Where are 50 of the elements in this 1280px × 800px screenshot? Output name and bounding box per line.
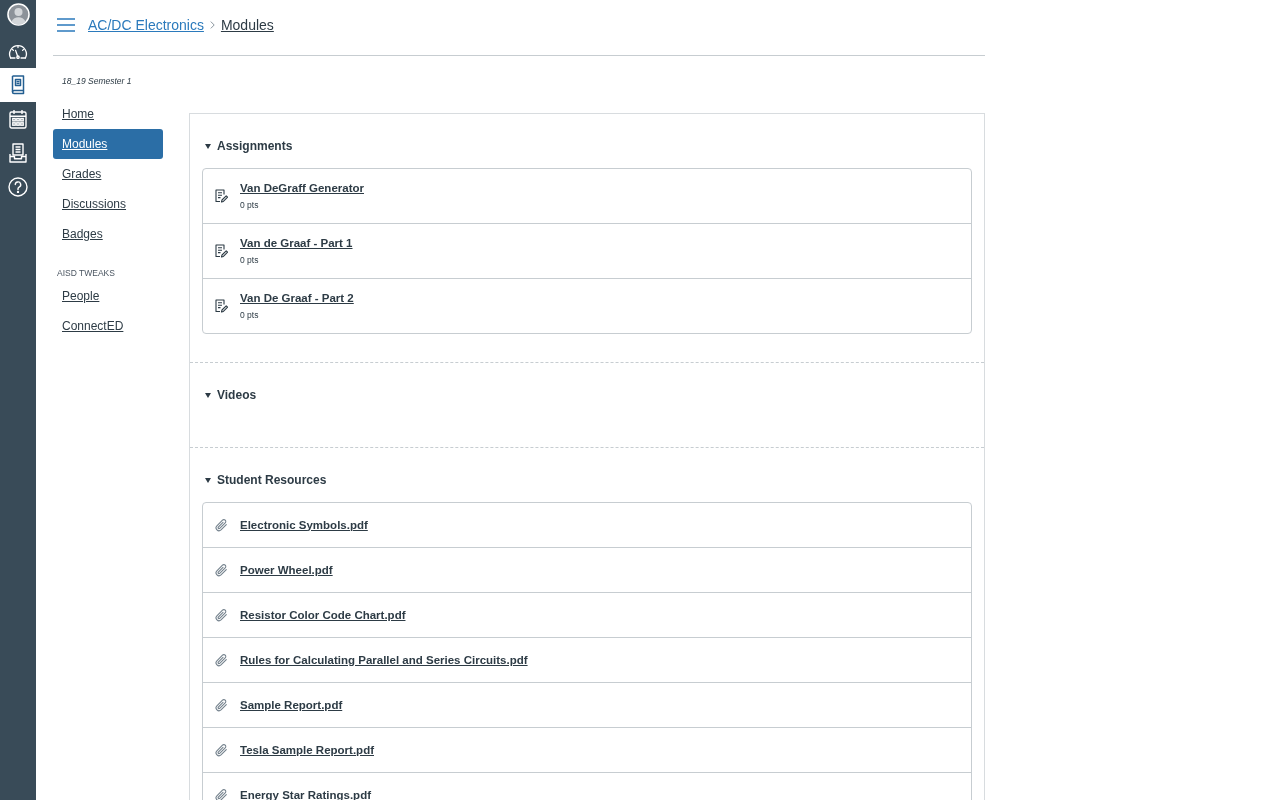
paperclip-icon — [215, 788, 228, 800]
menu-button[interactable] — [57, 18, 75, 32]
menu-icon — [57, 18, 75, 32]
course-nav-link[interactable]: Badges — [53, 219, 163, 249]
module-title: Student Resources — [217, 473, 327, 487]
help-icon — [8, 177, 28, 197]
points-label: 0 pts — [240, 309, 260, 321]
paperclip-icon — [215, 608, 228, 622]
nav-section-heading: AISD TWEAKS — [56, 267, 116, 280]
module-title: Assignments — [217, 139, 293, 153]
caret-down-icon[interactable] — [205, 143, 211, 149]
module-title: Videos — [217, 388, 257, 402]
item-title-link[interactable]: Van DeGraff Generator — [240, 181, 364, 196]
breadcrumb-link[interactable]: Modules — [220, 17, 274, 33]
term-label: 18_19 Semester 1 — [61, 75, 133, 88]
paperclip-icon — [215, 698, 228, 712]
item-title-link[interactable]: Van De Graaf - Part 2 — [240, 291, 354, 306]
paperclip-icon — [215, 563, 228, 577]
calendar-icon — [9, 109, 27, 129]
assignment-icon — [215, 244, 228, 258]
gauge-icon — [8, 43, 28, 59]
assignment-icon — [215, 299, 228, 313]
item-title-link[interactable]: Rules for Calculating Parallel and Series Circuits.pdf — [240, 652, 528, 668]
breadcrumb-link[interactable]: AC/DC Electronics — [88, 17, 204, 33]
item-title-link[interactable]: Sample Report.pdf — [240, 697, 343, 713]
item-title-link[interactable]: Tesla Sample Report.pdf — [240, 742, 374, 758]
points-label: 0 pts — [240, 199, 260, 211]
course-nav-link[interactable]: Modules — [53, 129, 163, 159]
item-title-link[interactable]: Power Wheel.pdf — [240, 562, 333, 578]
course-nav-link[interactable]: ConnectED — [53, 311, 163, 341]
course-nav-link[interactable]: People — [53, 281, 163, 311]
item-title-link[interactable]: Van de Graaf - Part 1 — [240, 236, 353, 251]
courses-button[interactable] — [0, 68, 36, 102]
avatar-icon — [6, 3, 30, 26]
item-title-link[interactable]: Resistor Color Code Chart.pdf — [240, 607, 406, 623]
course-nav-link[interactable]: Grades — [53, 159, 163, 189]
paperclip-icon — [215, 743, 228, 757]
caret-down-icon[interactable] — [205, 477, 211, 483]
item-title-link[interactable]: Electronic Symbols.pdf — [240, 517, 368, 533]
course-nav-link[interactable]: Home — [53, 99, 163, 129]
course-nav-link[interactable]: Discussions — [53, 189, 163, 219]
book-icon — [10, 75, 26, 95]
points-label: 0 pts — [240, 254, 260, 266]
assignment-icon — [215, 189, 228, 203]
item-title-link[interactable]: Energy Star Ratings.pdf — [240, 787, 371, 800]
caret-down-icon[interactable] — [205, 392, 211, 398]
inbox-icon — [9, 143, 27, 163]
paperclip-icon — [215, 518, 228, 532]
chevron-right-icon — [209, 21, 215, 29]
paperclip-icon — [215, 653, 228, 667]
